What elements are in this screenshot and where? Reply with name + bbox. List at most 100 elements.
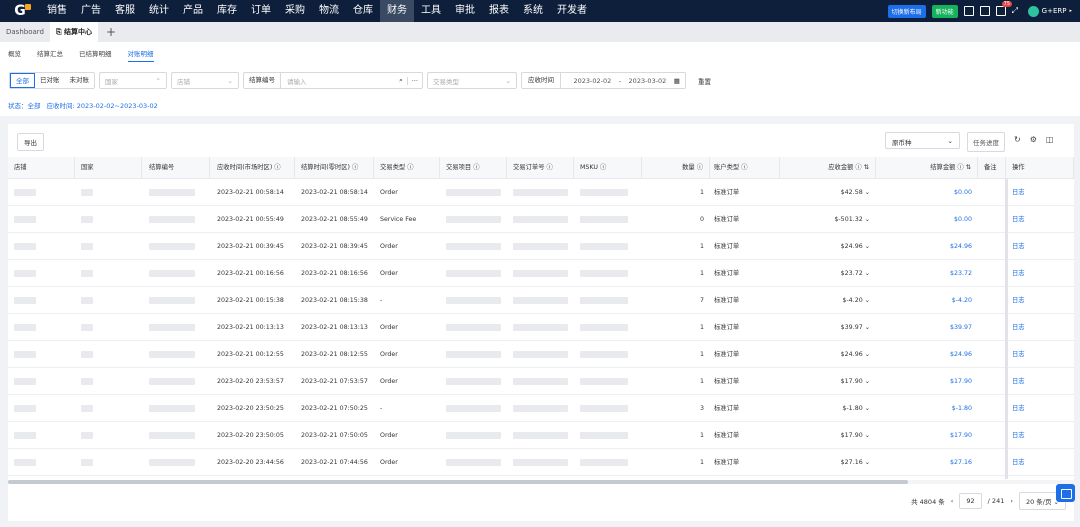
switch-layout-button[interactable]: 切换新布局 xyxy=(887,4,926,18)
receivable-amount[interactable]: $27.16 ⌄ xyxy=(780,449,876,476)
log-link[interactable]: 日志 xyxy=(1006,449,1074,476)
country-select[interactable]: 国家 ⌃ xyxy=(99,72,167,89)
log-link[interactable]: 日志 xyxy=(1006,206,1074,233)
columns-icon[interactable]: ◫ xyxy=(1046,135,1054,144)
nav-item[interactable]: 产品 xyxy=(176,0,210,22)
float-action-button[interactable] xyxy=(1056,484,1075,502)
next-page-button[interactable]: › xyxy=(1010,497,1013,505)
help-icon[interactable]: ⓘ xyxy=(955,164,963,171)
help-icon[interactable]: ⓘ xyxy=(739,164,747,171)
column-header[interactable]: 店铺 xyxy=(8,157,75,179)
column-header[interactable]: 结算金额 ⓘ ⇅ xyxy=(876,157,978,179)
new-feature-button[interactable]: 新功能 xyxy=(931,4,958,18)
nav-item[interactable]: 审批 xyxy=(448,0,482,22)
column-header[interactable]: 交易订单号 ⓘ xyxy=(507,157,574,179)
chevron-down-icon[interactable]: ⌄ xyxy=(863,432,870,439)
log-link[interactable]: 日志 xyxy=(1006,368,1074,395)
search-icon[interactable]: ⌕ xyxy=(395,76,407,85)
nav-item[interactable]: 系统 xyxy=(516,0,550,22)
subtab[interactable]: 已结算明细 xyxy=(79,48,112,62)
horizontal-scrollbar[interactable] xyxy=(8,480,1074,484)
vertical-scrollbar[interactable] xyxy=(1005,179,1008,479)
log-link[interactable]: 日志 xyxy=(1006,314,1074,341)
log-link[interactable]: 日志 xyxy=(1006,422,1074,449)
receivable-amount[interactable]: $-1.80 ⌄ xyxy=(780,395,876,422)
log-link[interactable]: 日志 xyxy=(1006,233,1074,260)
help-icon[interactable]: ⓘ xyxy=(853,164,861,171)
log-link[interactable]: 日志 xyxy=(1006,260,1074,287)
doc-icon[interactable] xyxy=(979,6,990,16)
chevron-down-icon[interactable]: ⌄ xyxy=(863,459,870,466)
export-button[interactable]: 导出 xyxy=(17,133,44,151)
receivable-amount[interactable]: $17.90 ⌄ xyxy=(780,422,876,449)
settle-no-field[interactable]: 结算编号 请输入 ⌕ ··· xyxy=(243,72,423,89)
nav-item[interactable]: 财务 xyxy=(380,0,414,22)
column-header[interactable]: 国家 xyxy=(75,157,142,179)
chevron-down-icon[interactable]: ⌄ xyxy=(863,405,870,412)
chevron-down-icon[interactable]: ⌄ xyxy=(863,216,870,223)
help-icon[interactable]: ⓘ xyxy=(350,164,358,171)
reconcile-filter-option[interactable]: 全部 xyxy=(10,73,35,88)
help-icon[interactable]: ⓘ xyxy=(272,164,280,171)
trade-type-select[interactable]: 交易类型 ⌄ xyxy=(427,72,517,89)
sort-icon[interactable]: ⇅ xyxy=(862,164,869,171)
nav-item[interactable]: 客服 xyxy=(108,0,142,22)
log-link[interactable]: 日志 xyxy=(1006,179,1074,206)
chevron-down-icon[interactable]: ⌄ xyxy=(863,243,870,250)
subtab[interactable]: 概览 xyxy=(8,48,21,62)
tab-dashboard[interactable]: Dashboard xyxy=(0,22,50,42)
chevron-down-icon[interactable]: ⌄ xyxy=(863,189,870,196)
chevron-down-icon[interactable]: ⌄ xyxy=(863,297,870,304)
nav-item[interactable]: 统计 xyxy=(142,0,176,22)
receivable-amount[interactable]: $39.97 ⌄ xyxy=(780,314,876,341)
subtab[interactable]: 对账明细 xyxy=(127,48,154,62)
user-menu[interactable]: G+ERP ▸ xyxy=(1027,5,1072,17)
column-header[interactable]: 数量 ⓘ xyxy=(642,157,710,179)
nav-item[interactable]: 开发者 xyxy=(550,0,594,22)
column-header[interactable]: 结算编号 xyxy=(143,157,210,179)
log-link[interactable]: 日志 xyxy=(1006,287,1074,314)
subtab[interactable]: 结算汇总 xyxy=(37,48,63,62)
add-tab-button[interactable]: + xyxy=(98,25,124,39)
reconcile-filter-option[interactable]: 未对账 xyxy=(65,73,95,88)
help-icon[interactable]: ⓘ xyxy=(471,164,479,171)
help-icon[interactable]: ⓘ xyxy=(405,164,413,171)
column-header[interactable]: 交易项目 ⓘ xyxy=(440,157,507,179)
nav-item[interactable]: 采购 xyxy=(278,0,312,22)
date-range-picker[interactable]: 应收时间 2023-02-02 - 2023-03-02 ▦ xyxy=(521,72,686,89)
chevron-down-icon[interactable]: ⌄ xyxy=(863,270,870,277)
gear-icon[interactable]: ⚙ xyxy=(1030,135,1037,144)
sort-icon[interactable]: ⇅ xyxy=(964,164,971,171)
column-header[interactable]: 操作 xyxy=(1006,157,1074,179)
nav-item[interactable]: 订单 xyxy=(244,0,278,22)
prev-page-button[interactable]: ‹ xyxy=(951,497,954,505)
nav-item[interactable]: 报表 xyxy=(482,0,516,22)
column-header[interactable]: 交易类型 ⓘ xyxy=(374,157,440,179)
column-header[interactable]: 应收金额 ⓘ ⇅ xyxy=(780,157,876,179)
log-link[interactable]: 日志 xyxy=(1006,395,1074,422)
help-icon[interactable]: ⓘ xyxy=(544,164,552,171)
tab-settlement-center[interactable]: ⎘ 结算中心 xyxy=(49,22,99,42)
nav-item[interactable]: 销售 xyxy=(40,0,74,22)
chevron-down-icon[interactable]: ⌄ xyxy=(863,324,870,331)
receivable-amount[interactable]: $17.90 ⌄ xyxy=(780,368,876,395)
chevron-down-icon[interactable]: ⌄ xyxy=(863,378,870,385)
help-icon[interactable]: ⓘ xyxy=(598,164,606,171)
nav-item[interactable]: 广告 xyxy=(74,0,108,22)
receivable-amount[interactable]: $23.72 ⌄ xyxy=(780,260,876,287)
refresh-icon[interactable]: ↻ xyxy=(1014,135,1021,144)
column-header[interactable]: MSKU ⓘ xyxy=(574,157,642,179)
receivable-amount[interactable]: $-501.32 ⌄ xyxy=(780,206,876,233)
more-button[interactable]: ··· xyxy=(406,76,422,85)
nav-item[interactable]: 仓库 xyxy=(346,0,380,22)
logo[interactable]: G xyxy=(0,0,40,22)
column-header[interactable]: 应收时间(市场时区) ⓘ xyxy=(211,157,295,179)
receivable-amount[interactable]: $42.58 ⌄ xyxy=(780,179,876,206)
log-link[interactable]: 日志 xyxy=(1006,341,1074,368)
chevron-down-icon[interactable]: ⌄ xyxy=(863,351,870,358)
calendar-icon[interactable] xyxy=(963,6,974,16)
receivable-amount[interactable]: $24.96 ⌄ xyxy=(780,233,876,260)
status-tag[interactable]: 状态：全部 xyxy=(8,100,41,110)
column-header[interactable]: 备注 xyxy=(978,157,1006,179)
bell-icon[interactable]: 75 xyxy=(995,1,1013,16)
